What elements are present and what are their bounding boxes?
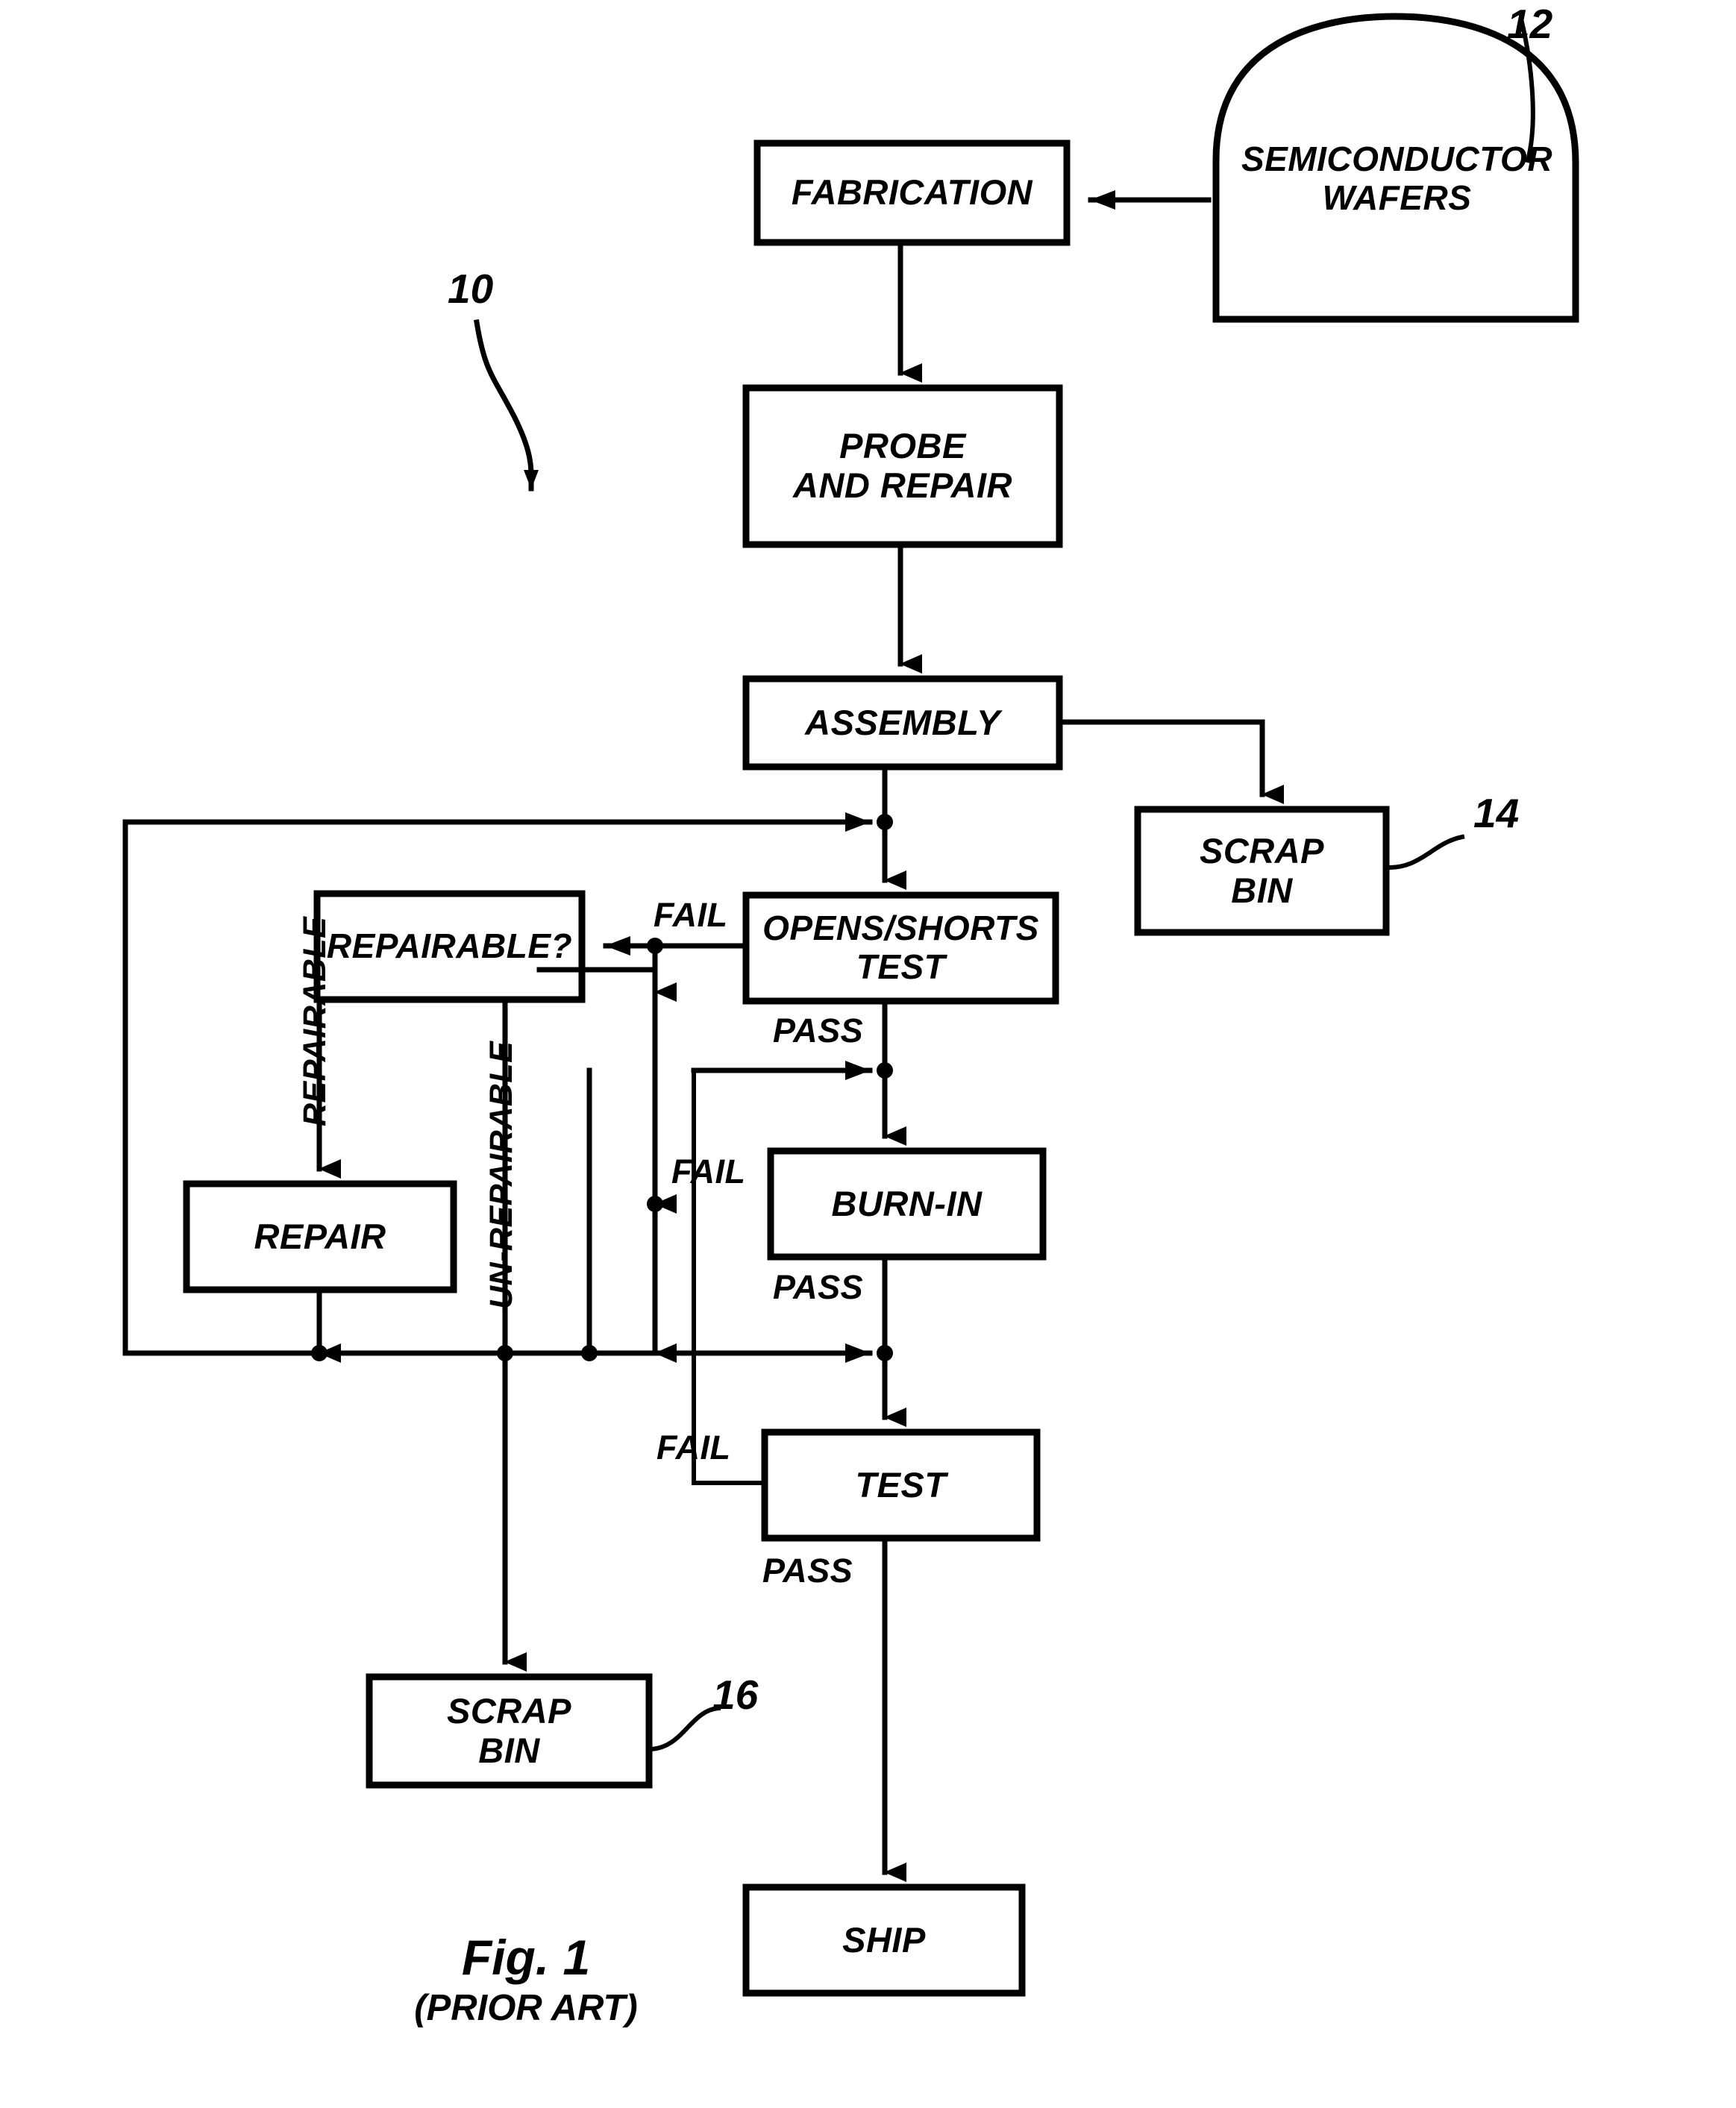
edge-label-pass-burn-in: PASS bbox=[773, 1268, 864, 1306]
ref-numeral-14: 14 bbox=[1473, 790, 1520, 836]
ref-numeral-16: 16 bbox=[712, 1672, 759, 1718]
junction-dot-opens-shorts-pass bbox=[877, 1062, 893, 1079]
node-box-repairable bbox=[313, 890, 586, 1003]
junction-dot-bus-unrepairable bbox=[497, 1345, 513, 1361]
node-box-burn-in bbox=[767, 1147, 1047, 1261]
node-box-opens-shorts-test bbox=[742, 891, 1059, 1005]
node-box-fabrication bbox=[753, 139, 1071, 246]
edge-label-pass-opens-shorts: PASS bbox=[773, 1011, 864, 1050]
junction-dot-repair-out bbox=[311, 1345, 328, 1361]
node-box-scrap-bin-14 bbox=[1134, 806, 1390, 936]
edge-assembly-to-scrap-bin-14 bbox=[1056, 719, 1284, 804]
ref-numeral-12: 12 bbox=[1507, 1, 1553, 47]
node-box-repair bbox=[183, 1180, 457, 1293]
node-box-scrap-bin-16 bbox=[366, 1673, 653, 1789]
edge-label-fail-opens-shorts: FAIL bbox=[654, 896, 728, 934]
edge-label-repairable-branch: REPAIRABLE bbox=[297, 916, 333, 1126]
edge-label-un-repairable-branch: UN-REPAIRABLE bbox=[483, 1041, 519, 1309]
leader-line-16 bbox=[646, 1705, 721, 1752]
node-shape-semiconductor-wafers bbox=[1212, 13, 1579, 323]
junction-dot-burn-in-fail bbox=[647, 1196, 663, 1212]
flowchart-canvas bbox=[122, 13, 1579, 1997]
edge-burn-in-fail bbox=[536, 967, 677, 1214]
figure-title: Fig. 1 bbox=[461, 1930, 591, 1985]
edge-test-fail bbox=[692, 1068, 767, 1485]
leader-line-14 bbox=[1383, 834, 1465, 871]
leader-arrow-10 bbox=[473, 319, 539, 492]
figure-caption: Fig. 1 (PRIOR ART) bbox=[369, 1929, 683, 2030]
edge-label-fail-test: FAIL bbox=[657, 1428, 731, 1466]
edge-label-pass-test: PASS bbox=[762, 1552, 853, 1590]
node-box-test bbox=[761, 1428, 1041, 1542]
junction-dot-opens-shorts-in bbox=[877, 814, 893, 830]
junction-dot-fail-merge bbox=[647, 938, 663, 954]
figure-subtitle: (PRIOR ART) bbox=[414, 1987, 638, 2028]
junction-dot-burn-in-pass bbox=[877, 1345, 893, 1361]
ref-numeral-10: 10 bbox=[448, 266, 494, 312]
node-box-ship bbox=[742, 1883, 1026, 1997]
node-box-probe-and-repair bbox=[742, 384, 1063, 548]
patent-figure-page: SEMICONDUCTOR WAFERS FABRICATION PROBE A… bbox=[0, 0, 1736, 2108]
node-box-assembly bbox=[742, 675, 1063, 771]
edge-label-fail-burn-in: FAIL bbox=[671, 1152, 746, 1191]
junction-dot-bus-test-fail bbox=[581, 1345, 598, 1361]
